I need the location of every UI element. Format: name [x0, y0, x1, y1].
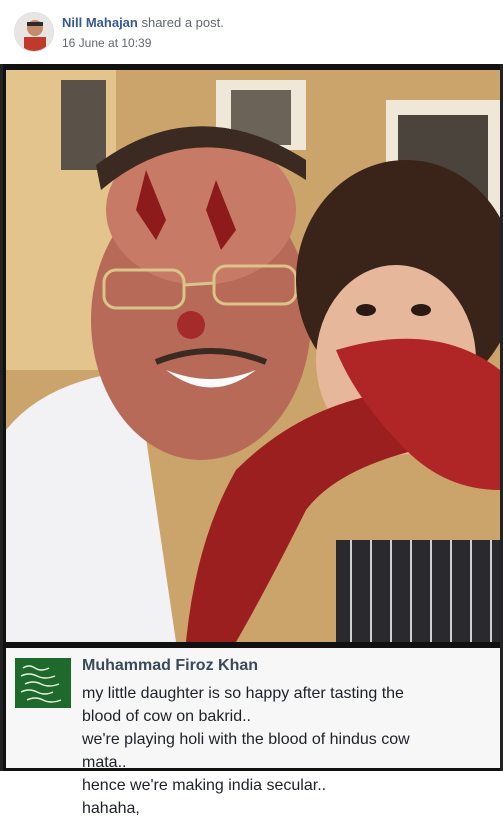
shared-author-name: Muhammad Firoz Khan — [82, 657, 259, 674]
caption-line: blood of cow on bakrid.. — [82, 708, 251, 725]
author-avatar[interactable] — [14, 12, 54, 52]
shared-post-frame: Muhammad Firoz Khan my little daughter i… — [0, 64, 503, 817]
caption-line: we're playing holi with the blood of hin… — [82, 731, 410, 748]
post-action-text: shared a post. — [137, 15, 224, 30]
caption-line: hence we're making india secular.. — [82, 777, 327, 794]
post-header: Nill Mahajan shared a post. 16 June at 1… — [0, 0, 503, 64]
caption-line: my little daughter is so happy after tas… — [82, 685, 404, 702]
shared-caption: Muhammad Firoz Khan my little daughter i… — [6, 648, 500, 817]
author-name-link[interactable]: Nill Mahajan — [62, 15, 138, 30]
post-title: Nill Mahajan shared a post. — [62, 15, 224, 30]
shared-author-thumbnail[interactable] — [15, 658, 71, 708]
thumbnail-image — [15, 658, 71, 708]
shared-photo[interactable] — [6, 70, 500, 642]
post-timestamp[interactable]: 16 June at 10:39 — [62, 36, 151, 50]
photo-image — [6, 70, 500, 642]
avatar-image — [15, 13, 53, 51]
shared-caption-text: my little daughter is so happy after tas… — [82, 682, 494, 820]
caption-line: hahaha, — [82, 800, 140, 817]
